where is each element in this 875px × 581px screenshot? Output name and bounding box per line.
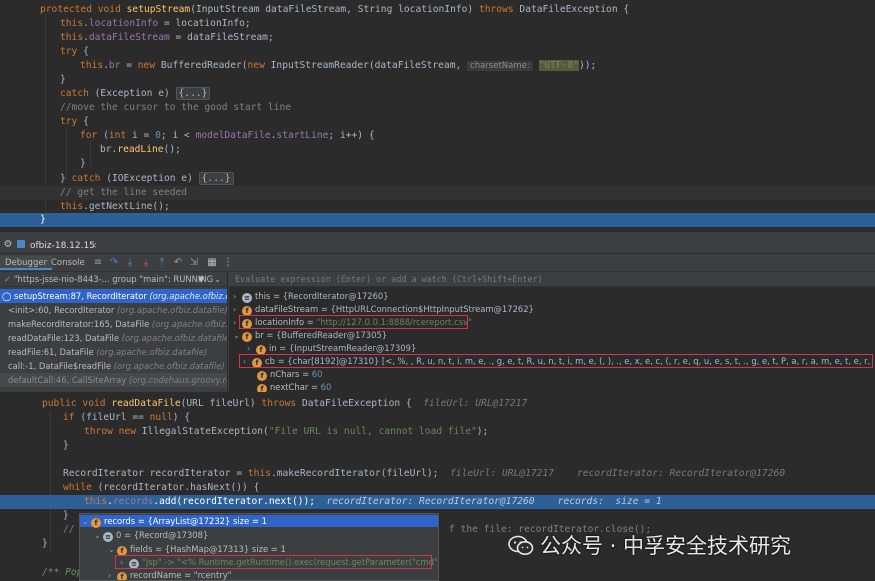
debug-session-tab[interactable]: ofbiz-18.12.15 [30,239,95,253]
step-into-icon[interactable]: ⤓ [124,257,136,269]
code-line[interactable]: throw new IllegalStateException("File UR… [84,425,488,439]
chevron-down-icon[interactable]: ⌄ [94,530,103,542]
debug-icon: ⚙ [3,239,13,250]
popup-row[interactable]: ⌄ f records = {ArrayList@17232} size = 1 [80,515,438,528]
code-line[interactable]: } [42,537,48,551]
run-to-cursor-icon[interactable]: ⇲ [188,257,200,269]
step-out-icon[interactable]: ⤒ [156,257,168,269]
variable-row[interactable]: › f dataFileStream = {HttpURLConnection$Ht… [233,303,534,316]
code-line[interactable]: this.getNextLine(); [60,200,170,214]
code-line[interactable]: } [63,439,69,453]
field-icon: f [257,371,267,381]
code-line[interactable]: } [63,509,69,523]
code-line[interactable]: while (recordIterator.hasNext()) { [63,481,259,495]
folded-block[interactable]: {...} [198,172,234,185]
field-icon: f [117,572,127,580]
code-line-current[interactable]: this.records.add(recordIterator.next());… [84,495,662,509]
parameter-hint: charsetName: [467,61,533,71]
indent-guide [50,412,51,552]
check-icon: ✓ [4,274,12,284]
highlight-box [115,555,432,569]
chevron-right-icon[interactable]: › [233,291,242,303]
stack-frame[interactable]: readFile:61, DataFile (org.apache.ofbiz.… [0,345,227,359]
variable-row[interactable]: ⌄ f br = {BufferedReader@17305} [233,329,387,342]
chevron-down-icon[interactable]: ⌄ [82,516,91,528]
stack-frame[interactable]: makeRecordIterator:165, DataFile (org.ap… [0,317,227,331]
popup-row[interactable]: ⌄ ≡ 0 = {Record@17308} [94,529,208,542]
layout-icon[interactable]: ≡ [92,257,104,269]
code-line[interactable]: } [60,73,66,87]
wechat-icon [508,535,534,557]
code-line[interactable]: /** Pop [42,566,82,580]
filter-icon[interactable]: ▼ [198,272,204,287]
thread-selector[interactable]: ✓ "https-jsse-nio-8443-... group "main":… [0,272,227,287]
variable-row[interactable]: › f in = {InputStreamReader@17309} [247,342,416,355]
highlight-box [239,315,468,329]
popup-row[interactable]: › f recordName = "rcentry" [108,569,232,580]
field-icon: f [91,518,101,528]
code-line[interactable]: for (int i = 0; i < modelDataFile.startL… [80,129,375,143]
code-line[interactable]: // [63,523,75,537]
step-over-icon[interactable]: ↷ [108,257,120,269]
code-line[interactable]: //move the cursor to the good start line [60,101,291,115]
code-line[interactable]: this.dataFileStream = dataFileStream; [60,31,274,45]
code-line[interactable]: this.locationInfo = locationInfo; [60,17,251,31]
frame-current-icon: ◯ [2,291,15,301]
code-line[interactable]: this.br = new BufferedReader(new InputSt… [80,59,596,73]
code-line[interactable]: } [80,157,86,171]
indent-guide [90,142,91,166]
watermark: 公众号 · 中孚安全技术研究 [508,532,791,560]
force-step-into-icon[interactable]: ⤓ [140,257,152,269]
chevron-right-icon[interactable]: › [108,570,117,580]
variables-panel: Evaluate expression (Enter) or add a wat… [229,272,875,392]
code-line[interactable]: } catch (IOException e) {...} [60,172,234,186]
more-icon[interactable]: ⋮ [222,257,234,269]
editor-top: protected void setupStream(InputStream d… [0,0,875,232]
code-line[interactable]: br.readLine(); [100,143,181,157]
debug-session-bar: ⚙ ofbiz-18.12.15 × [0,238,875,254]
code-line-current[interactable]: } [40,213,46,227]
stack-frame[interactable]: <init>:60, RecordIterator (org.apache.of… [0,303,227,317]
stack-frame[interactable]: defaultCall:46, CallSiteArray (org.codeh… [0,373,227,387]
field-icon: f [242,332,252,342]
variable-row[interactable]: › ≡ this = {RecordIterator@17260} [233,290,389,303]
code-line[interactable]: try { [60,115,89,129]
table-view-icon[interactable]: ▦ [206,257,218,269]
stack-frame[interactable]: ◯ setupStream:87, RecordIterator (org.ap… [0,289,227,303]
code-line[interactable]: if (fileUrl == null) { [63,411,190,425]
chevron-down-icon[interactable]: ⌄ [214,272,221,287]
stack-frame[interactable]: readDataFile:123, DataFile (org.apache.o… [0,331,227,345]
tab-debugger[interactable]: Debugger [0,256,53,270]
field-icon: f [257,384,267,392]
inline-value-popup[interactable]: ⌄ f records = {ArrayList@17232} size = 1 ⌄… [79,513,439,581]
drop-frame-icon[interactable]: ↶ [172,257,184,269]
execution-line-highlight [0,213,875,227]
code-line[interactable]: protected void setupStream(InputStream d… [40,3,629,17]
debugger-panel: ⚙ ofbiz-18.12.15 × Debugger Console ≡ ↷ … [0,232,875,392]
frames-panel: ✓ "https-jsse-nio-8443-... group "main":… [0,272,228,392]
code-line[interactable]: public void readDataFile(URL fileUrl) th… [42,397,527,411]
stack-frame[interactable]: call:-1, DataFile$readFile (org.apache.o… [0,359,227,373]
run-config-icon [16,239,26,249]
folded-block[interactable]: {...} [175,87,211,100]
variable-row[interactable]: f nChars = 60 [257,368,322,381]
highlight-box [239,354,873,368]
debugger-toolbar: Debugger Console ≡ ↷ ⤓ ⤓ ⤒ ↶ ⇲ ▦ ⋮ [0,254,875,272]
tab-console[interactable]: Console [46,256,90,270]
indent-guide [45,14,46,214]
variable-row[interactable]: f nextChar = 60 [257,381,331,392]
code-line[interactable]: RecordIterator recordIterator = this.mak… [63,467,785,481]
chevron-down-icon[interactable]: ⌄ [233,330,242,342]
code-line[interactable]: // get the line seeded [60,186,187,200]
evaluate-expression-input[interactable]: Evaluate expression (Enter) or add a wat… [229,272,875,287]
close-icon[interactable]: × [90,239,98,253]
code-line[interactable]: try { [60,45,89,59]
code-line[interactable]: catch (Exception e) {...} [60,87,211,101]
list-icon: ≡ [103,532,113,542]
popup-row[interactable]: ⌄ f fields = {HashMap@17313} size = 1 [108,543,286,556]
object-icon: ≡ [242,293,252,303]
